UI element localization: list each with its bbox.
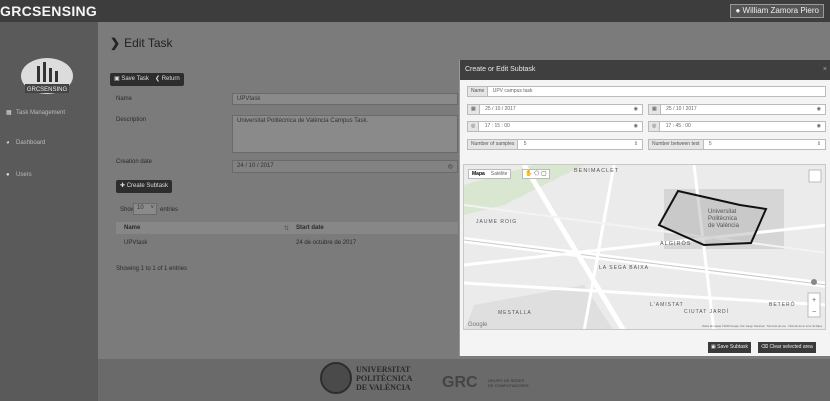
samples-field[interactable]: Number of samples 5 ⇕ xyxy=(467,139,643,150)
hand-icon[interactable]: ✋ xyxy=(525,171,532,177)
subtask-name-label: Name xyxy=(468,87,489,96)
between-label: Number between test xyxy=(649,140,704,149)
plus-icon: ✚ xyxy=(120,183,126,189)
user-icon: ● xyxy=(6,172,10,178)
entries-select[interactable]: 10 ˅ xyxy=(133,203,157,215)
creation-date-field: 24 / 10 / 2017 ◎ xyxy=(232,160,458,173)
place-label: ALGIRÓS xyxy=(660,240,691,247)
pegman-icon[interactable] xyxy=(811,279,817,285)
create-subtask-button[interactable]: ✚ Create Subtask xyxy=(116,180,173,193)
samples-label: Number of samples xyxy=(468,140,519,149)
polygon-tool-icon[interactable]: ⬠ xyxy=(534,171,539,177)
map-view[interactable]: BENIMACLET Universitat Politècnica de Va… xyxy=(463,164,826,330)
clear-icon[interactable]: ◉ xyxy=(817,105,821,114)
subtask-name-value: UPV campus task xyxy=(492,88,533,94)
clock-icon: ◎ xyxy=(649,122,661,131)
modal-title: Create or Edit Subtask xyxy=(465,66,536,73)
zoom-in-icon[interactable]: + xyxy=(812,297,816,304)
start-date-field[interactable]: ▦ 25 / 10 / 2017 ◉ xyxy=(467,104,643,115)
floppy-icon: ▣ xyxy=(114,76,120,82)
save-subtask-button[interactable]: ▣ Save Subtask xyxy=(708,342,751,353)
column-header-name[interactable]: Name xyxy=(124,225,140,231)
description-label: Description xyxy=(116,117,147,123)
map-attribution: Datos de mapas ©2018 Google, Inst. Geogr… xyxy=(702,324,822,328)
floppy-icon: ▣ xyxy=(711,344,716,350)
grc-logo-subtitle: GRUPO DE REDES DE COMPUTADORES xyxy=(488,378,529,388)
sidebar-item-users[interactable]: ● Users xyxy=(6,172,32,178)
end-date-field[interactable]: ▦ 25 / 10 / 2017 ◉ xyxy=(648,104,826,115)
clear-icon[interactable]: ◉ xyxy=(634,122,638,131)
name-label: Name xyxy=(116,96,133,102)
spinner-icon[interactable]: ⇕ xyxy=(817,140,821,149)
place-label: JAUME ROIG xyxy=(476,219,517,225)
upv-seal-logo xyxy=(320,362,352,394)
chevron-right-icon: ❯ xyxy=(110,36,121,50)
map-type-control[interactable]: Mapa Satélite xyxy=(468,169,512,179)
place-label: de València xyxy=(708,223,740,229)
calendar-icon: ▦ xyxy=(649,105,661,114)
sidebar-item-dashboard[interactable]: ◕ Dashboard xyxy=(6,140,45,146)
user-name: William Zamora Piero xyxy=(742,6,819,15)
table-icon: ▦ xyxy=(6,110,12,116)
user-menu[interactable]: ● William Zamora Piero xyxy=(730,4,824,18)
chevron-left-icon: ❮ xyxy=(155,76,161,82)
clear-selected-area-button[interactable]: ⌫ Clear selected area xyxy=(758,342,816,353)
row-start-date: 24 de octubre de 2017 xyxy=(296,240,357,246)
modal-header: Create or Edit Subtask × xyxy=(460,60,830,80)
page-title: ❯ Edit Task xyxy=(110,36,173,50)
sort-icon[interactable]: ⇅ xyxy=(284,225,289,232)
close-icon[interactable]: × xyxy=(823,60,827,80)
end-time-field[interactable]: ◎ 17 : 45 : 00 ◉ xyxy=(648,121,826,132)
sidebar: GRCSENSING ▦ Task Management ◕ Dashboard ●… xyxy=(0,22,98,401)
dashboard-icon: ◕ xyxy=(6,140,10,146)
spinner-icon[interactable]: ⇕ xyxy=(634,140,638,149)
place-label: MESTALLA xyxy=(498,310,532,316)
drawing-tools[interactable]: ✋ ⬠ ▢ xyxy=(522,169,550,179)
google-logo: Google xyxy=(468,322,488,328)
table-summary: Showing 1 to 1 of 1 entries xyxy=(116,266,188,272)
top-bar: GRCSENSING ● William Zamora Piero xyxy=(0,0,830,22)
logo-text: GRCSENSING xyxy=(27,87,68,93)
grc-logo: GRC xyxy=(442,374,478,391)
brand-title[interactable]: GRCSENSING xyxy=(0,0,97,22)
user-icon: ● xyxy=(735,6,741,15)
place-label: L'AMISTAT xyxy=(650,302,684,308)
place-label: LA SEGA BAIXA xyxy=(599,265,649,271)
place-label: BETERÓ xyxy=(769,301,796,308)
chevron-down-icon: ˅ xyxy=(150,205,154,211)
upv-logo-text: UNIVERSITAT POLITÈCNICA DE VALÈNCIA xyxy=(356,365,413,392)
sidebar-item-task-management[interactable]: ▦ Task Management xyxy=(6,109,65,116)
grcsensing-cloud-logo: GRCSENSING xyxy=(21,58,73,94)
clock-icon: ◎ xyxy=(447,164,453,170)
name-field[interactable]: UPVtask xyxy=(232,93,458,105)
fullscreen-icon[interactable] xyxy=(808,169,822,183)
rectangle-tool-icon[interactable]: ▢ xyxy=(541,171,547,177)
map-canvas[interactable]: BENIMACLET Universitat Politècnica de Va… xyxy=(464,165,826,330)
entries-label: entries xyxy=(160,207,179,213)
save-task-button[interactable]: ▣ Save Task xyxy=(110,73,153,86)
satellite-tab[interactable]: Satélite xyxy=(488,171,511,177)
place-label: Politècnica xyxy=(708,216,738,222)
column-header-start-date[interactable]: Start date xyxy=(296,225,324,231)
calendar-icon: ▦ xyxy=(468,105,480,114)
clock-icon: ◎ xyxy=(468,122,480,131)
place-label: BENIMACLET xyxy=(574,168,619,174)
subtask-name-field[interactable]: Name UPV campus task xyxy=(467,86,826,97)
creation-date-label: Creation date xyxy=(116,159,153,165)
start-time-field[interactable]: ◎ 17 : 15 : 00 ◉ xyxy=(467,121,643,132)
zoom-out-icon[interactable]: − xyxy=(812,309,816,316)
between-test-field[interactable]: Number between test 5 ⇕ xyxy=(648,139,826,150)
place-label: Universitat xyxy=(708,209,737,215)
eraser-icon: ⌫ xyxy=(761,344,769,350)
description-field[interactable]: Universitat Politècnica de València Camp… xyxy=(232,115,458,153)
clear-icon[interactable]: ◉ xyxy=(817,122,821,131)
map-tab[interactable]: Mapa xyxy=(469,171,488,177)
row-name: UPVtask xyxy=(124,240,148,246)
return-button[interactable]: ❮ Return xyxy=(151,73,184,86)
clear-icon[interactable]: ◉ xyxy=(634,105,638,114)
place-label: CIUTAT JARDÍ xyxy=(684,308,729,315)
